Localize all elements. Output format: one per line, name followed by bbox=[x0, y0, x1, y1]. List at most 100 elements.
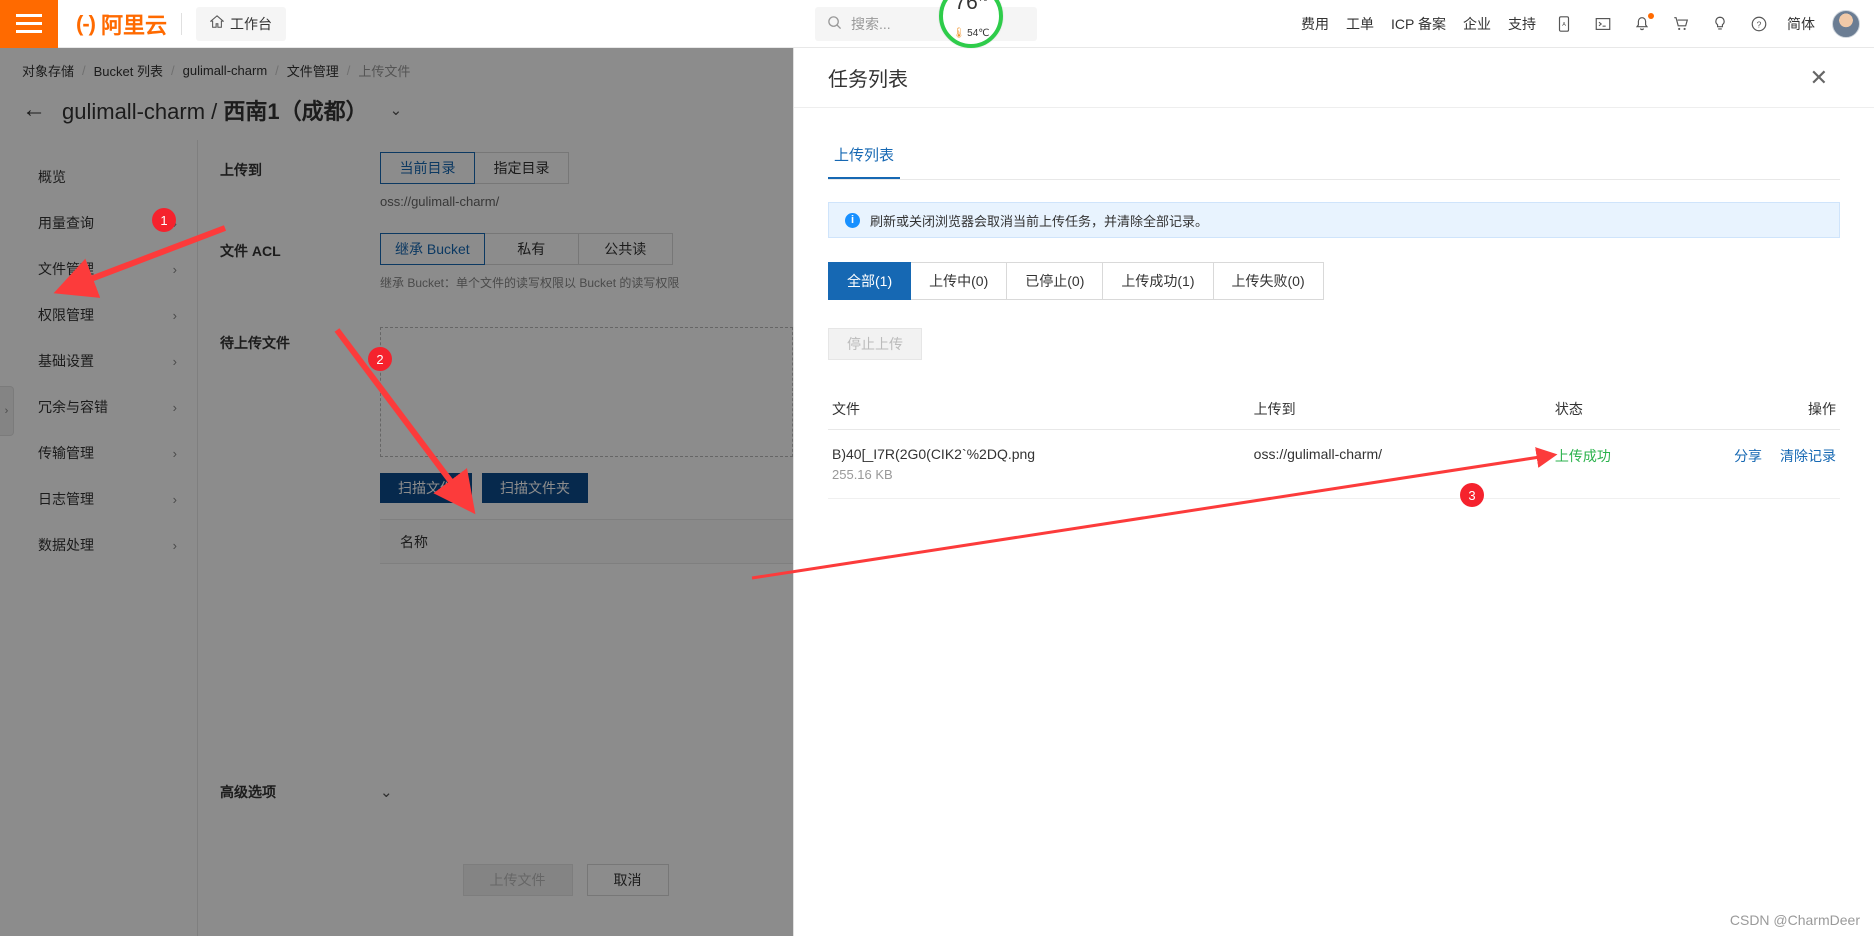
scan-file-button[interactable]: 扫描文件 bbox=[380, 473, 472, 503]
help-icon[interactable]: ? bbox=[1748, 13, 1770, 35]
sidebar-item-label: 基础设置 bbox=[38, 353, 94, 369]
nav-link-support[interactable]: 支持 bbox=[1508, 14, 1536, 34]
upload-form: 上传到 当前目录 指定目录 oss://gulimall-charm/ 文件 A… bbox=[198, 140, 793, 936]
workbench-button[interactable]: 工作台 bbox=[196, 6, 286, 41]
chevron-right-icon: › bbox=[4, 405, 9, 417]
stop-upload-button[interactable]: 停止上传 bbox=[828, 328, 922, 360]
breadcrumb-item-oss[interactable]: 对象存储 bbox=[22, 61, 74, 80]
upload-to-label: 上传到 bbox=[220, 162, 262, 178]
upload-to-specified-dir[interactable]: 指定目录 bbox=[474, 152, 569, 184]
table-row: B)40[_I7R(2G0(CIK2`%2DQ.png 255.16 KB os… bbox=[828, 430, 1840, 499]
cart-icon[interactable] bbox=[1670, 13, 1692, 35]
sidebar-item-redundancy[interactable]: 冗余与容错 › bbox=[0, 384, 197, 430]
task-table-header: 文件 上传到 状态 操作 bbox=[828, 388, 1840, 430]
language-switch[interactable]: 简体 bbox=[1787, 14, 1815, 34]
acl-inherit-bucket[interactable]: 继承 Bucket bbox=[380, 233, 485, 265]
file-size: 255.16 KB bbox=[832, 467, 893, 482]
filter-tab-stopped[interactable]: 已停止(0) bbox=[1006, 262, 1104, 300]
advanced-options-row[interactable]: 高级选项 ⌄ bbox=[220, 782, 780, 802]
breadcrumb-separator: / bbox=[275, 63, 279, 78]
watermark: CSDN @CharmDeer bbox=[1729, 912, 1860, 928]
search-input[interactable]: 搜索... bbox=[815, 7, 1037, 41]
bell-icon[interactable] bbox=[1631, 13, 1654, 35]
filter-tab-failed[interactable]: 上传失败(0) bbox=[1212, 262, 1324, 300]
aliyun-logo[interactable]: (-) 阿里云 bbox=[76, 8, 167, 40]
nav-link-enterprise[interactable]: 企业 bbox=[1463, 14, 1491, 34]
acl-radio-group: 继承 Bucket 私有 公共读 bbox=[380, 233, 793, 265]
sidebar-item-permission[interactable]: 权限管理 › bbox=[0, 292, 197, 338]
chevron-right-icon: › bbox=[172, 399, 177, 415]
page-title: gulimall-charm / 西南1（成都） bbox=[62, 94, 368, 126]
upload-file-button[interactable]: 上传文件 bbox=[462, 864, 573, 896]
sidebar-item-transfer[interactable]: 传输管理 › bbox=[0, 430, 197, 476]
aliyun-logo-mark: (-) bbox=[76, 10, 96, 36]
column-header-file: 文件 bbox=[832, 400, 860, 417]
column-header-status: 状态 bbox=[1554, 400, 1583, 417]
sidebar-item-log[interactable]: 日志管理 › bbox=[0, 476, 197, 522]
sidebar-item-label: 用量查询 bbox=[38, 215, 94, 231]
terminal-icon[interactable] bbox=[1592, 13, 1614, 35]
drawer-header: 任务列表 ✕ bbox=[794, 48, 1874, 108]
cell-upload-to: oss://gulimall-charm/ bbox=[1253, 446, 1383, 462]
drawer-tabs: 上传列表 bbox=[828, 144, 1840, 180]
acl-private[interactable]: 私有 bbox=[483, 233, 579, 265]
breadcrumb-item-bucket[interactable]: gulimall-charm bbox=[183, 63, 268, 78]
home-icon bbox=[209, 15, 225, 32]
nav-link-fee[interactable]: 费用 bbox=[1301, 14, 1329, 34]
task-table: 文件 上传到 状态 操作 B)40[_I7R(2G0(CIK2`%2DQ.png… bbox=[828, 388, 1840, 499]
top-navigation-bar: (-) 阿里云 工作台 搜索... 费用 工单 ICP 备案 企业 支持 A ?… bbox=[0, 0, 1874, 48]
scan-folder-button[interactable]: 扫描文件夹 bbox=[482, 473, 588, 503]
breadcrumb-item-upload: 上传文件 bbox=[358, 64, 411, 79]
breadcrumb-item-bucket-list[interactable]: Bucket 列表 bbox=[94, 61, 163, 80]
chevron-down-icon[interactable]: ⌄ bbox=[380, 783, 393, 801]
acl-public-read[interactable]: 公共读 bbox=[577, 233, 673, 265]
page-title-bucket: gulimall-charm / bbox=[62, 99, 224, 124]
pending-files-label: 待上传文件 bbox=[220, 335, 290, 351]
chevron-right-icon: › bbox=[172, 491, 177, 507]
cpu-percent-value: 76 bbox=[954, 0, 978, 14]
filter-tab-uploading[interactable]: 上传中(0) bbox=[910, 262, 1008, 300]
sidebar-item-label: 概览 bbox=[38, 169, 66, 185]
back-arrow-icon[interactable]: ← bbox=[22, 98, 46, 122]
sidebar-item-label: 日志管理 bbox=[38, 491, 94, 507]
pending-file-table-header: 名称 bbox=[380, 520, 793, 564]
chevron-down-icon[interactable]: ⌄ bbox=[390, 101, 403, 119]
cell-actions: 分享 清除记录 bbox=[1715, 446, 1836, 466]
upload-to-radio-group: 当前目录 指定目录 bbox=[380, 152, 793, 184]
workbench-label: 工作台 bbox=[230, 15, 272, 32]
hamburger-icon[interactable] bbox=[0, 0, 58, 48]
breadcrumb-separator: / bbox=[346, 63, 351, 78]
acl-label: 文件 ACL bbox=[220, 243, 281, 259]
cancel-button[interactable]: 取消 bbox=[586, 864, 669, 896]
acl-hint-text: 继承 Bucket：单个文件的读写权限以 Bucket 的读写权限 bbox=[380, 276, 680, 290]
sidebar: 概览 用量查询 › 文件管理 › 权限管理 › 基础设置 › 冗余与容错 › 传… bbox=[0, 140, 198, 936]
page-title-row: ← gulimall-charm / 西南1（成都） ⌄ bbox=[22, 94, 402, 126]
clear-record-link[interactable]: 清除记录 bbox=[1780, 448, 1836, 464]
sidebar-collapse-toggle[interactable]: › bbox=[0, 386, 14, 436]
nav-link-ticket[interactable]: 工单 bbox=[1346, 14, 1374, 34]
sidebar-item-overview[interactable]: 概览 bbox=[0, 154, 197, 200]
nav-link-icp[interactable]: ICP 备案 bbox=[1391, 14, 1446, 34]
filter-tab-success[interactable]: 上传成功(1) bbox=[1102, 262, 1214, 300]
tab-upload-list[interactable]: 上传列表 bbox=[828, 144, 901, 179]
share-link[interactable]: 分享 bbox=[1734, 448, 1762, 464]
breadcrumb-item-file-manage[interactable]: 文件管理 bbox=[287, 61, 339, 80]
sidebar-item-basic-settings[interactable]: 基础设置 › bbox=[0, 338, 197, 384]
notification-dot bbox=[1648, 13, 1654, 19]
app-icon[interactable]: A bbox=[1553, 13, 1575, 35]
bulb-icon[interactable] bbox=[1709, 13, 1731, 35]
cpu-percent: 76% bbox=[943, 0, 999, 14]
upload-to-current-dir[interactable]: 当前目录 bbox=[380, 152, 475, 184]
close-icon[interactable]: ✕ bbox=[1810, 66, 1828, 89]
svg-text:?: ? bbox=[1757, 20, 1762, 30]
task-list-drawer: 任务列表 ✕ 上传列表 i 刷新或关闭浏览器会取消当前上传任务，并清除全部记录。… bbox=[793, 48, 1874, 936]
avatar[interactable] bbox=[1832, 10, 1860, 38]
file-name: B)40[_I7R(2G0(CIK2`%2DQ.png bbox=[832, 446, 1036, 462]
filter-tab-all[interactable]: 全部(1) bbox=[828, 262, 912, 300]
file-dropzone[interactable] bbox=[380, 327, 793, 457]
search-icon bbox=[827, 15, 842, 33]
sidebar-item-data-process[interactable]: 数据处理 › bbox=[0, 522, 197, 568]
scan-buttons: 扫描文件 扫描文件夹 bbox=[380, 473, 793, 503]
cpu-temperature-value: 54℃ bbox=[967, 28, 990, 39]
sidebar-item-file-manage[interactable]: 文件管理 › bbox=[0, 246, 197, 292]
